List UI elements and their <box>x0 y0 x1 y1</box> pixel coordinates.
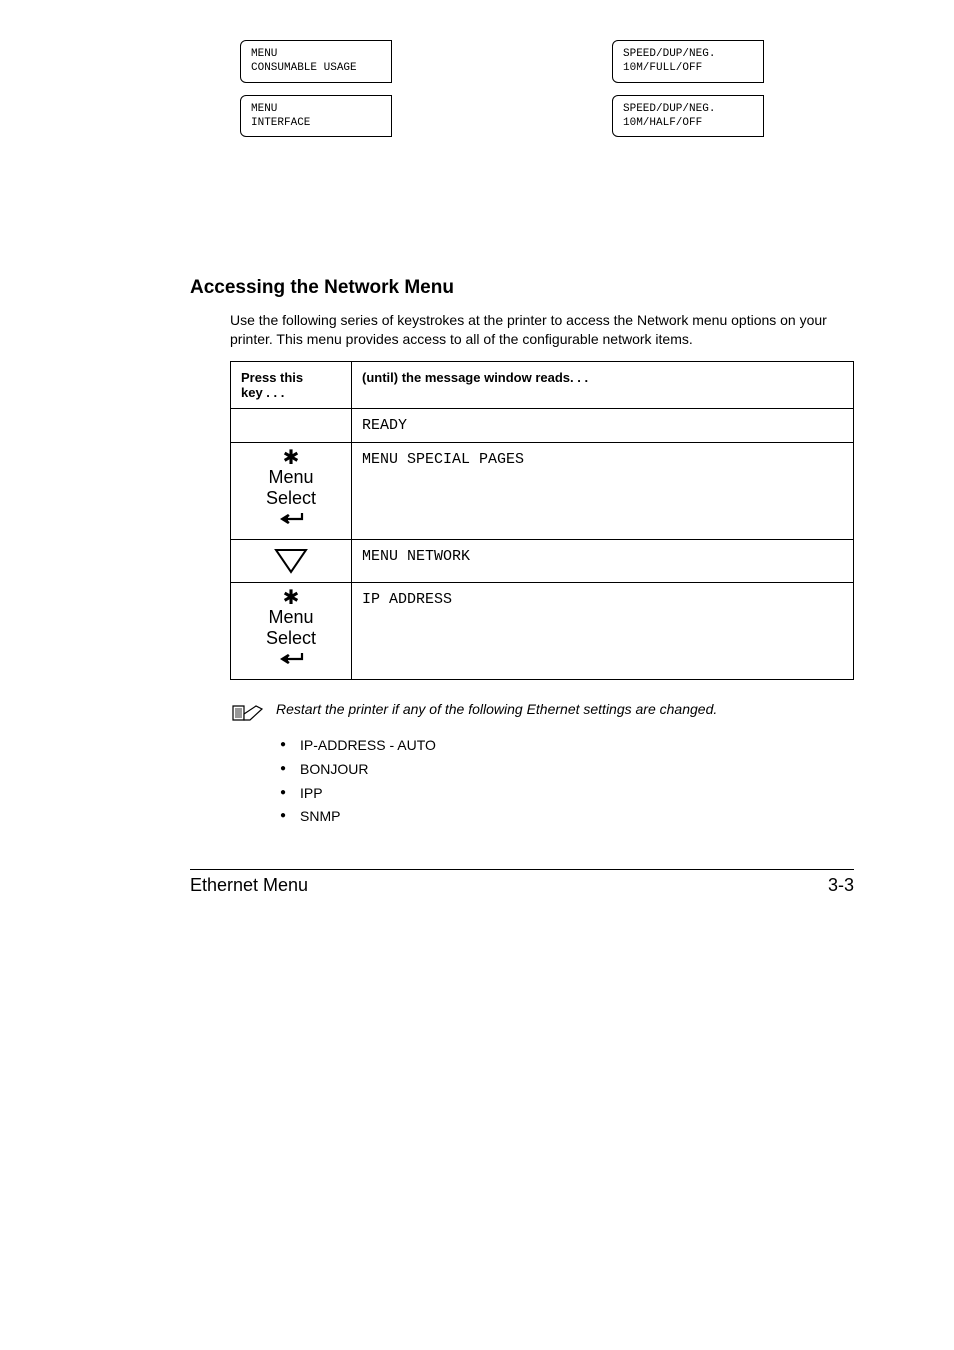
header-line: key . . . <box>241 385 341 400</box>
table-row: ✱ Menu Select IP ADDRESS <box>231 583 854 680</box>
star-icon: ✱ <box>283 451 300 465</box>
note-text: Restart the printer if any of the follow… <box>276 700 717 719</box>
list-item: IP-ADDRESS - AUTO <box>280 734 854 758</box>
enter-icon <box>278 650 304 671</box>
table-row: ✱ Menu Select MENU SPECIAL PAGES <box>231 442 854 539</box>
menu-box-line: CONSUMABLE USAGE <box>251 61 383 75</box>
menu-box-line: SPEED/DUP/NEG. <box>623 47 755 61</box>
msg-cell: MENU NETWORK <box>352 540 854 583</box>
key-sequence-table: Press this key . . . (until) the message… <box>230 361 854 680</box>
msg-cell: READY <box>352 408 854 442</box>
key-cell-down <box>231 540 352 583</box>
menu-box-line: INTERFACE <box>251 116 383 130</box>
page-footer: Ethernet Menu 3-3 <box>190 869 854 896</box>
section-heading: Accessing the Network Menu <box>190 277 854 299</box>
footer-page-number: 3-3 <box>828 875 854 896</box>
menu-col-left: MENU CONSUMABLE USAGE MENU INTERFACE <box>240 40 392 137</box>
footer-title: Ethernet Menu <box>190 875 308 896</box>
key-cell-menu-select: ✱ Menu Select <box>231 583 352 680</box>
star-icon: ✱ <box>283 591 300 605</box>
bullet-list: IP-ADDRESS - AUTO BONJOUR IPP SNMP <box>280 734 854 829</box>
table-row: READY <box>231 408 854 442</box>
menu-box-line: SPEED/DUP/NEG. <box>623 102 755 116</box>
menu-col-right: SPEED/DUP/NEG. 10M/FULL/OFF SPEED/DUP/NE… <box>612 40 764 137</box>
menu-select-key-icon: ✱ Menu Select <box>241 451 341 531</box>
table-header-key: Press this key . . . <box>231 361 352 408</box>
menu-box: SPEED/DUP/NEG. 10M/FULL/OFF <box>612 40 764 83</box>
intro-paragraph: Use the following series of keystrokes a… <box>230 311 854 349</box>
table-row: MENU NETWORK <box>231 540 854 583</box>
key-label-menu: Menu <box>268 467 313 488</box>
key-label-select: Select <box>266 488 316 509</box>
menu-box: MENU INTERFACE <box>240 95 392 138</box>
menu-select-key-icon: ✱ Menu Select <box>241 591 341 671</box>
note-row: Restart the printer if any of the follow… <box>230 700 854 724</box>
enter-icon <box>278 510 304 531</box>
note-icon <box>230 702 264 724</box>
list-item: BONJOUR <box>280 758 854 782</box>
key-cell-menu-select: ✱ Menu Select <box>231 442 352 539</box>
list-item: SNMP <box>280 805 854 829</box>
menu-box: MENU CONSUMABLE USAGE <box>240 40 392 83</box>
menu-box-line: 10M/FULL/OFF <box>623 61 755 75</box>
menu-box-tree: MENU CONSUMABLE USAGE MENU INTERFACE SPE… <box>240 40 764 137</box>
list-item: IPP <box>280 782 854 806</box>
menu-box-line: MENU <box>251 102 383 116</box>
key-cell-blank <box>231 408 352 442</box>
menu-box: SPEED/DUP/NEG. 10M/HALF/OFF <box>612 95 764 138</box>
menu-box-line: 10M/HALF/OFF <box>623 116 755 130</box>
key-label-menu: Menu <box>268 607 313 628</box>
msg-cell: IP ADDRESS <box>352 583 854 680</box>
header-line: Press this <box>241 370 341 385</box>
key-label-select: Select <box>266 628 316 649</box>
menu-box-line: MENU <box>251 47 383 61</box>
down-arrow-icon <box>274 548 308 574</box>
msg-cell: MENU SPECIAL PAGES <box>352 442 854 539</box>
table-header-msg: (until) the message window reads. . . <box>352 361 854 408</box>
